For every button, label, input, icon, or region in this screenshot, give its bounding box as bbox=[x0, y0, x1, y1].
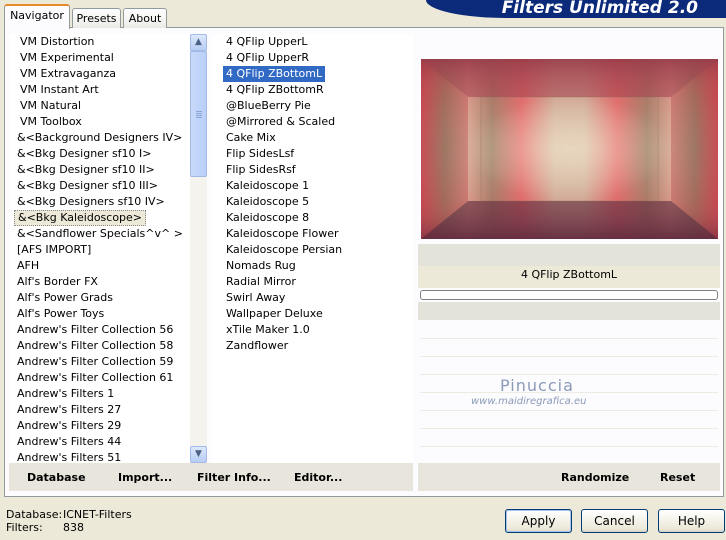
tab-navigator-label: Navigator bbox=[10, 9, 64, 22]
filter-item[interactable]: @Mirrored & Scaled bbox=[223, 114, 338, 130]
filter-item[interactable]: Kaleidoscope Flower bbox=[223, 226, 342, 242]
filter-item[interactable]: Zandflower bbox=[223, 338, 291, 354]
filter-item[interactable]: Swirl Away bbox=[223, 290, 288, 306]
chevron-down-icon[interactable]: ▼ bbox=[190, 446, 207, 463]
right-action-bar: Randomize Reset bbox=[418, 463, 720, 491]
filter-item[interactable]: Kaleidoscope 1 bbox=[223, 178, 312, 194]
category-item[interactable]: Andrew's Filter Collection 56 bbox=[14, 322, 176, 338]
category-item[interactable]: Alf's Power Grads bbox=[14, 290, 116, 306]
filter-item[interactable]: Radial Mirror bbox=[223, 274, 299, 290]
category-item[interactable]: [AFS IMPORT] bbox=[14, 242, 94, 258]
category-item[interactable]: Andrew's Filters 27 bbox=[14, 402, 124, 418]
parameter-row-divider bbox=[420, 446, 718, 447]
category-item[interactable]: VM Instant Art bbox=[17, 82, 102, 98]
parameter-header bbox=[418, 302, 720, 320]
category-item[interactable]: VM Extravaganza bbox=[17, 66, 119, 82]
import-button[interactable]: Import... bbox=[118, 471, 172, 484]
watermark-url: www.maidiregrafica.eu bbox=[471, 396, 587, 407]
category-item[interactable]: AFH bbox=[14, 258, 42, 274]
database-button[interactable]: Database bbox=[27, 471, 86, 484]
category-list[interactable]: VM Distortion VM Experimental VM Extrava… bbox=[10, 34, 190, 464]
database-label: Database: bbox=[6, 508, 63, 521]
database-value: ICNET-Filters bbox=[63, 508, 132, 521]
progress-bar bbox=[420, 290, 718, 300]
filter-item[interactable]: Flip SidesLsf bbox=[223, 146, 297, 162]
parameter-row-divider bbox=[420, 356, 718, 357]
category-item[interactable]: Andrew's Filters 1 bbox=[14, 386, 117, 402]
tab-about-label: About bbox=[128, 12, 162, 25]
reset-button[interactable]: Reset bbox=[660, 471, 695, 484]
parameter-row-divider bbox=[420, 374, 718, 375]
filter-item[interactable]: 4 QFlip UpperR bbox=[223, 50, 312, 66]
filter-item[interactable]: Wallpaper Deluxe bbox=[223, 306, 326, 322]
filter-item[interactable]: Kaleidoscope Persian bbox=[223, 242, 345, 258]
category-item[interactable]: Andrew's Filters 51 bbox=[14, 450, 124, 464]
watermark-name: Pinuccia bbox=[500, 376, 574, 395]
category-item[interactable]: &<Bkg Designers sf10 IV> bbox=[14, 194, 168, 210]
filter-info-button[interactable]: Filter Info... bbox=[197, 471, 271, 484]
category-item[interactable]: &<Sandflower Specials^v^ > bbox=[14, 226, 186, 242]
category-item[interactable]: Andrew's Filter Collection 59 bbox=[14, 354, 176, 370]
kaleidoscope-preview bbox=[421, 59, 718, 239]
tab-presets-label: Presets bbox=[76, 12, 117, 25]
grip-line bbox=[196, 111, 202, 112]
preview-separator bbox=[418, 244, 720, 266]
category-item-selected[interactable]: &<Bkg Kaleidoscope> bbox=[14, 210, 147, 226]
filter-item[interactable]: Cake Mix bbox=[223, 130, 279, 146]
randomize-button[interactable]: Randomize bbox=[561, 471, 629, 484]
category-item[interactable]: VM Experimental bbox=[17, 50, 117, 66]
help-button[interactable]: Help bbox=[658, 509, 725, 533]
category-item[interactable]: Andrew's Filters 29 bbox=[14, 418, 124, 434]
category-item[interactable]: &<Bkg Designer sf10 I> bbox=[14, 146, 155, 162]
tab-navigator[interactable]: Navigator bbox=[4, 4, 70, 29]
category-item[interactable]: &<Bkg Designer sf10 III> bbox=[14, 178, 161, 194]
parameter-row-divider bbox=[420, 410, 718, 411]
category-item[interactable]: Andrew's Filters 44 bbox=[14, 434, 124, 450]
tab-presets[interactable]: Presets bbox=[72, 8, 121, 28]
category-item[interactable]: &<Bkg Designer sf10 II> bbox=[14, 162, 158, 178]
grip-line bbox=[196, 117, 202, 118]
left-action-bar: Database Import... Filter Info... Editor… bbox=[9, 463, 413, 491]
category-item[interactable]: VM Toolbox bbox=[17, 114, 85, 130]
editor-button[interactable]: Editor... bbox=[294, 471, 342, 484]
preview-image bbox=[421, 59, 718, 239]
category-item[interactable]: VM Distortion bbox=[17, 34, 97, 50]
tab-about[interactable]: About bbox=[123, 8, 167, 28]
chevron-up-icon[interactable]: ▲ bbox=[190, 34, 207, 51]
parameter-row-divider bbox=[420, 338, 718, 339]
category-item[interactable]: &<Background Designers IV> bbox=[14, 130, 185, 146]
filter-item[interactable]: Flip SidesRsf bbox=[223, 162, 299, 178]
filters-count-value: 838 bbox=[63, 521, 84, 534]
filters-count-label: Filters: bbox=[6, 521, 43, 534]
filter-item[interactable]: 4 QFlip ZBottomR bbox=[223, 82, 327, 98]
filter-item[interactable]: Kaleidoscope 5 bbox=[223, 194, 312, 210]
category-scrollbar[interactable]: ▲ ▼ bbox=[190, 34, 207, 464]
category-item[interactable]: Andrew's Filter Collection 58 bbox=[14, 338, 176, 354]
filter-item[interactable]: xTile Maker 1.0 bbox=[223, 322, 313, 338]
filter-item-selected[interactable]: 4 QFlip ZBottomL bbox=[223, 66, 326, 82]
grip-line bbox=[196, 115, 202, 116]
category-item[interactable]: VM Natural bbox=[17, 98, 84, 114]
category-item[interactable]: Andrew's Filter Collection 61 bbox=[14, 370, 176, 386]
app-banner: Filters Unlimited 2.0 bbox=[426, 0, 726, 18]
app-title: Filters Unlimited 2.0 bbox=[501, 0, 698, 18]
category-item[interactable]: Alf's Power Toys bbox=[14, 306, 107, 322]
current-filter-name: 4 QFlip ZBottomL bbox=[520, 268, 618, 281]
scrollbar-thumb[interactable] bbox=[190, 51, 207, 177]
filter-item[interactable]: 4 QFlip UpperL bbox=[223, 34, 311, 50]
grip-line bbox=[196, 113, 202, 114]
filter-item[interactable]: Kaleidoscope 8 bbox=[223, 210, 312, 226]
filter-item[interactable]: @BlueBerry Pie bbox=[223, 98, 314, 114]
filter-item[interactable]: Nomads Rug bbox=[223, 258, 299, 274]
category-item[interactable]: Alf's Border FX bbox=[14, 274, 101, 290]
cancel-button[interactable]: Cancel bbox=[581, 509, 648, 533]
apply-button[interactable]: Apply bbox=[505, 509, 572, 533]
parameter-row-divider bbox=[420, 428, 718, 429]
filter-list[interactable]: 4 QFlip UpperL 4 QFlip UpperR 4 QFlip ZB… bbox=[212, 34, 413, 464]
